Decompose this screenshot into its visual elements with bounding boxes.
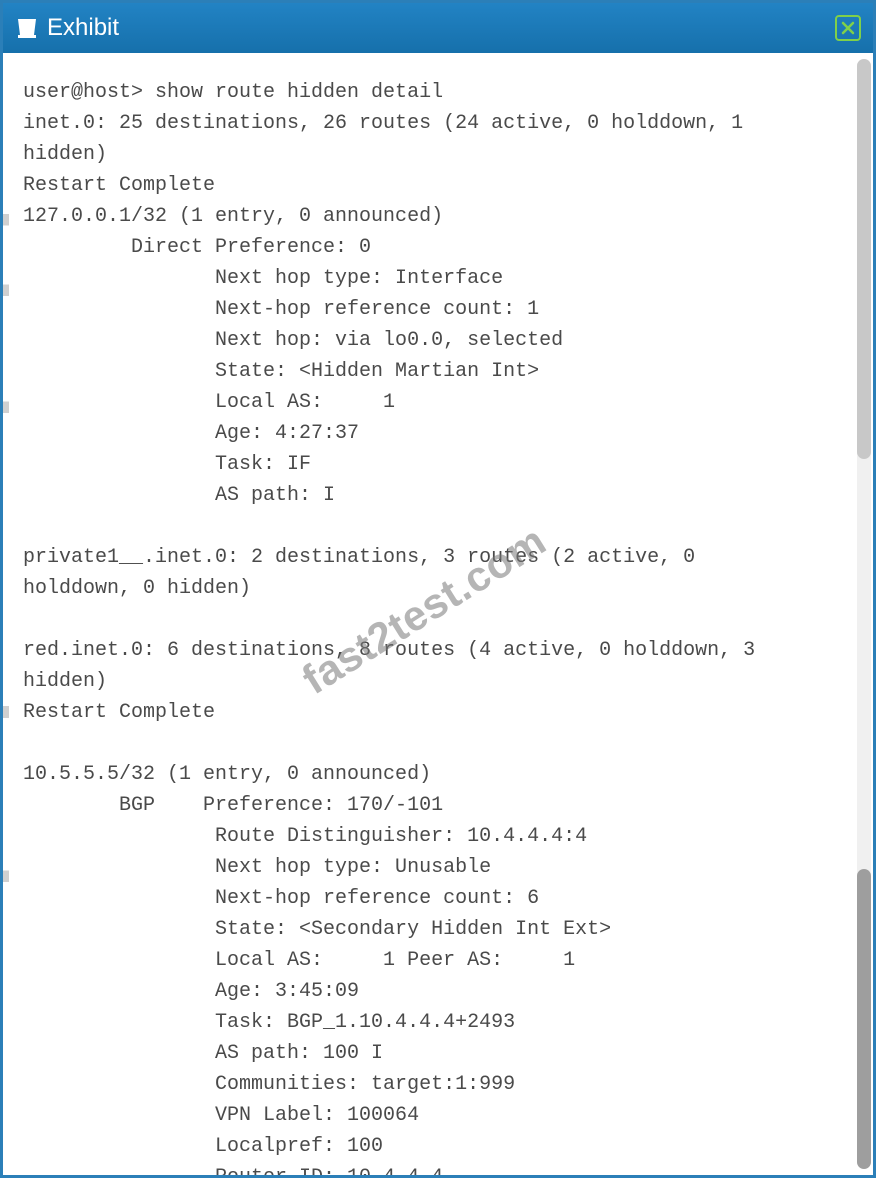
scrollbar[interactable] — [857, 59, 871, 1169]
scrollbar-thumb-secondary[interactable] — [857, 869, 871, 1169]
terminal-output: user@host> show route hidden detail inet… — [3, 53, 855, 1175]
close-button[interactable] — [835, 15, 861, 41]
titlebar: Exhibit — [3, 3, 873, 53]
exhibit-window: Exhibit user@host> show route hidden det… — [0, 0, 876, 1178]
scrollbar-thumb[interactable] — [857, 59, 871, 459]
window-title: Exhibit — [47, 14, 119, 42]
content-area: user@host> show route hidden detail inet… — [3, 53, 873, 1175]
exhibit-icon — [15, 17, 39, 39]
close-icon — [840, 20, 856, 36]
